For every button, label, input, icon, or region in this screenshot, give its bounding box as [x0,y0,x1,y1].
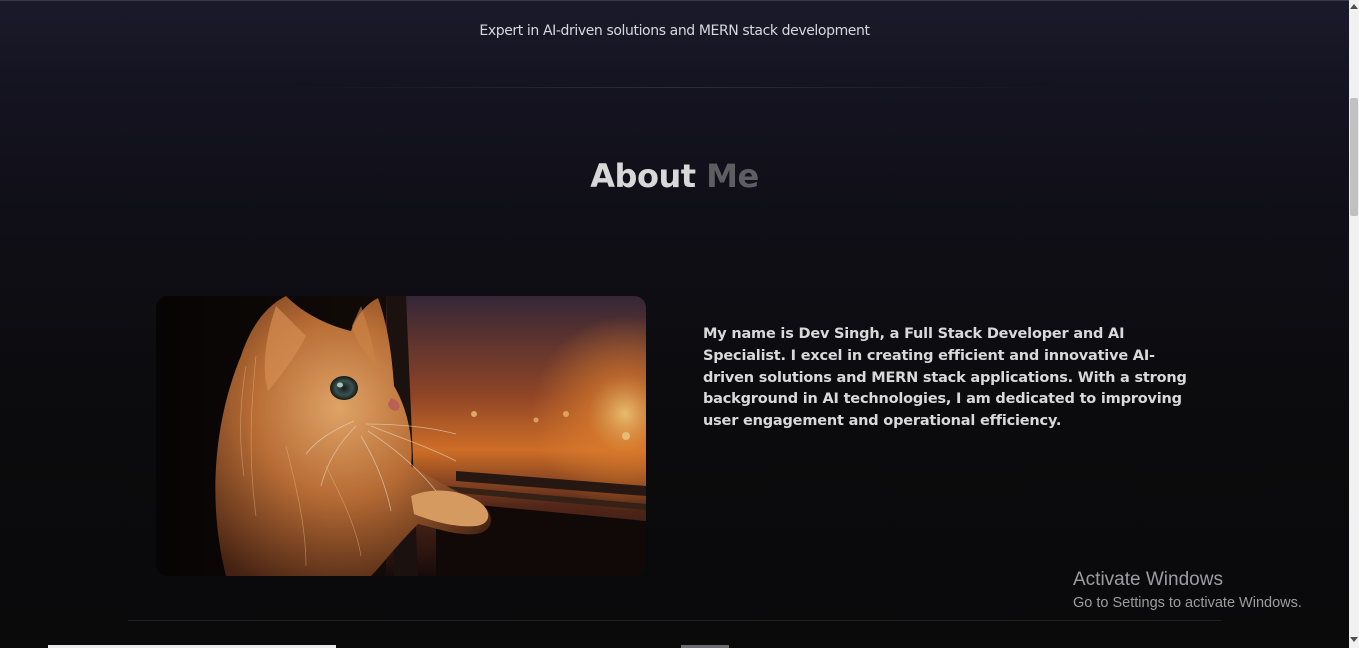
watermark-subtitle: Go to Settings to activate Windows. [1073,595,1302,611]
windows-activation-watermark: Activate Windows Go to Settings to activ… [1073,569,1302,613]
about-bio: My name is Dev Singh, a Full Stack Devel… [703,326,1187,430]
scroll-down-arrow-icon[interactable] [1350,637,1358,642]
vertical-scrollbar[interactable] [1349,0,1359,648]
profile-image-cat [156,296,646,576]
window-top-border [0,0,1349,1]
about-heading-primary: About [590,157,696,195]
section-divider-bottom [128,620,1222,621]
watermark-title: Activate Windows [1073,569,1223,590]
about-heading: About Me [0,157,1349,195]
scrollbar-thumb[interactable] [1350,98,1358,216]
scroll-up-arrow-icon[interactable] [1350,4,1358,9]
section-divider [290,87,1060,88]
about-heading-muted: Me [706,157,759,195]
hero-tagline: Expert in AI-driven solutions and MERN s… [479,23,870,39]
